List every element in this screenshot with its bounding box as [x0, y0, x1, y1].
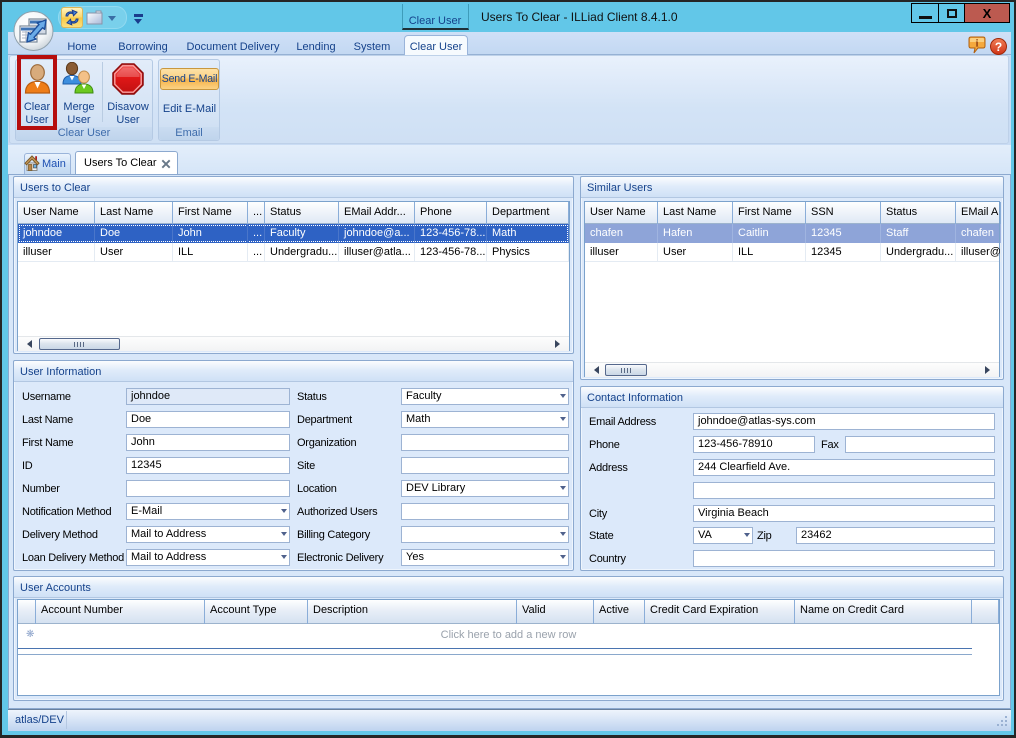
svg-text:i: i: [976, 39, 979, 50]
svg-text:?: ?: [995, 40, 1002, 54]
